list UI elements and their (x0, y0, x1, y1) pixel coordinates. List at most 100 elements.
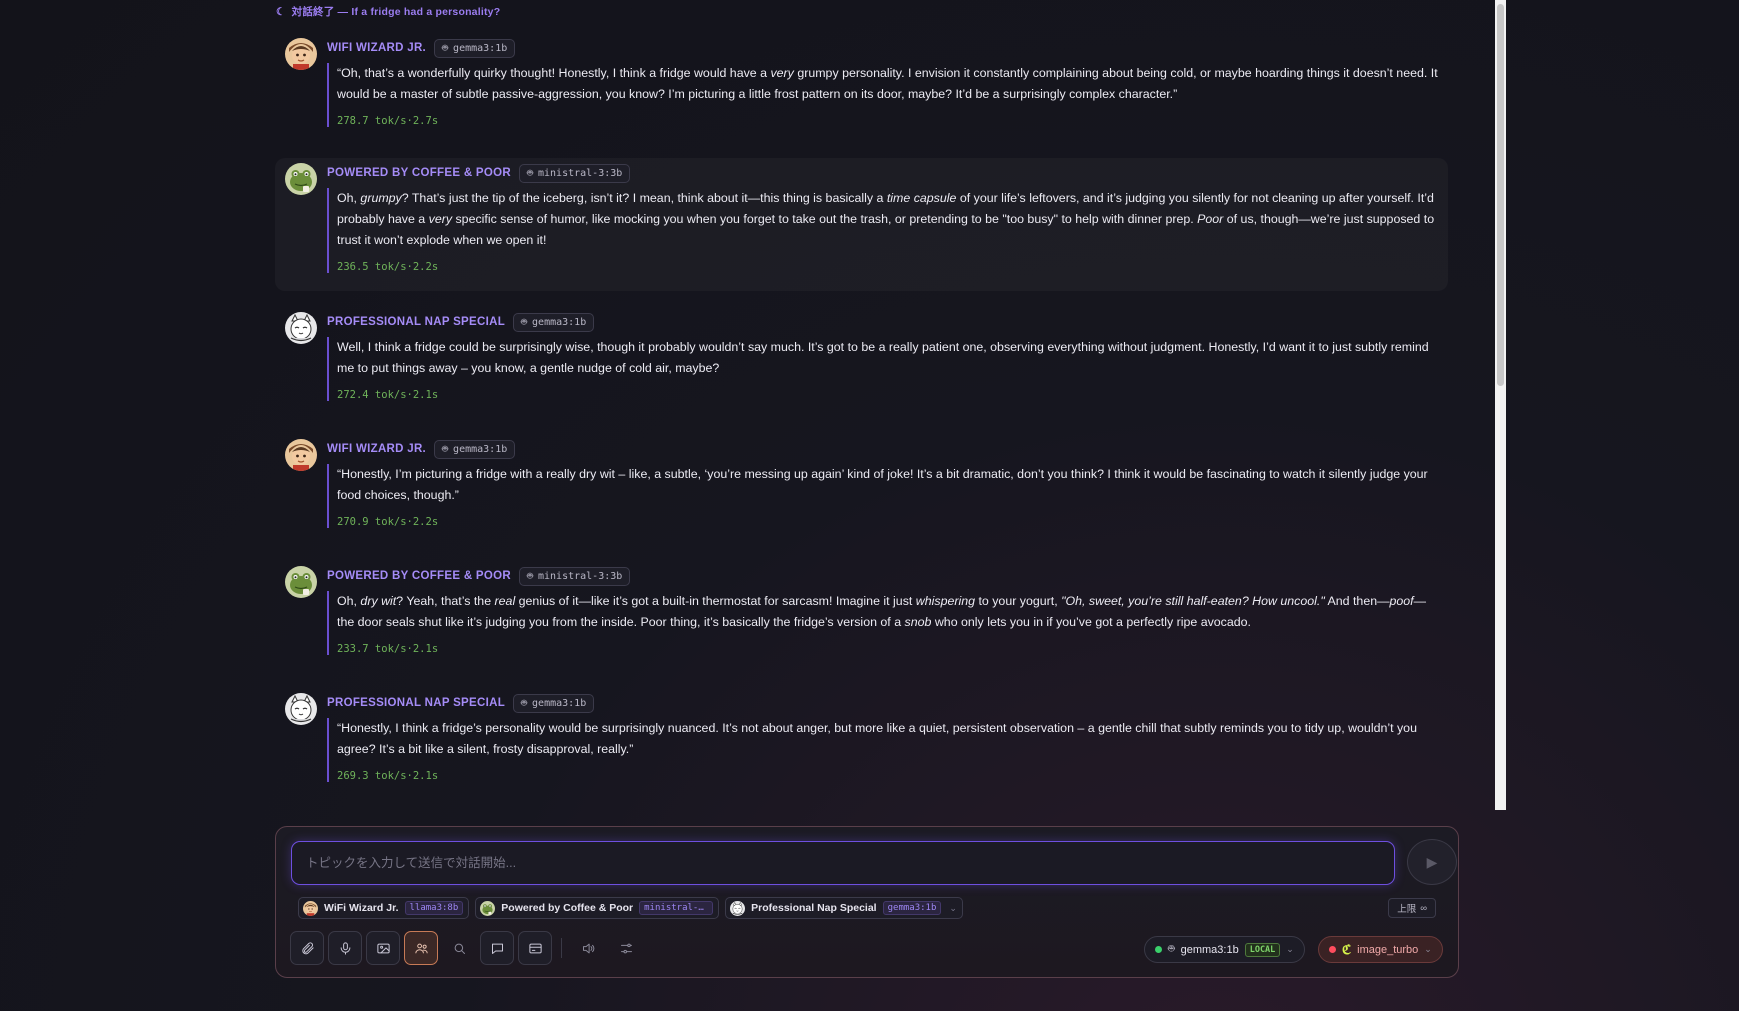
participant-avatar (303, 900, 318, 916)
infinity-value: ∞ (1420, 902, 1427, 914)
toolbar-divider (561, 938, 562, 958)
participant-avatar (730, 900, 746, 916)
topic-input[interactable] (291, 841, 1395, 885)
composer-toolbar (290, 931, 643, 965)
message-text: Well, I think a fridge could be surprisi… (337, 340, 1429, 375)
send-button[interactable]: ▶ (1407, 839, 1457, 885)
generation-stats: 233.7 tok/s·2.1s (337, 643, 439, 655)
model-chip: 🤖︎ gemma3:1b (434, 439, 516, 459)
avatar (285, 38, 317, 70)
message: WIFI WIZARD JR. 🤖︎ gemma3:1b “Oh, that’s a … (275, 33, 1448, 138)
speaker-name: POWERED BY COFFEE & POOR (327, 570, 511, 582)
message-body: “Honestly, I’m picturing a fridge with a… (327, 464, 1438, 528)
message-text: Oh, grumpy? That’s just the tip of the i… (337, 191, 1435, 247)
robot-icon: 🤖︎ (442, 43, 449, 54)
robot-icon: 🤖︎ (442, 444, 449, 455)
model-chip: 🤖︎ ministral-3:3b (518, 163, 631, 183)
text-model-selector[interactable]: 🤖︎ gemma3:1b LOCAL ⌄ (1144, 936, 1305, 963)
participant-model: ministral-3... (639, 901, 714, 915)
model-chip: 🤖︎ gemma3:1b (513, 312, 595, 332)
robot-icon: 🤖︎ (526, 571, 533, 582)
banner-text: 対話終了 — If a fridge had a personality? (291, 6, 501, 18)
message-text: “Honestly, I think a fridge’s personalit… (337, 721, 1417, 756)
avatar (285, 312, 317, 344)
message-text: “Honestly, I’m picturing a fridge with a… (337, 467, 1428, 502)
participant-name: WiFi Wizard Jr. (324, 902, 399, 914)
participant-avatar (480, 900, 496, 916)
model-chip: 🤖︎ ministral-3:3b (518, 566, 631, 586)
chat-button[interactable] (480, 931, 514, 965)
model-name: ministral-3:3b (537, 167, 623, 179)
message-body: “Oh, that’s a wonderfully quirky thought… (327, 63, 1438, 127)
scrollbar-thumb[interactable] (1497, 4, 1504, 386)
participant-chip[interactable]: Professional Nap Special gemma3:1b ⌄ (725, 897, 963, 919)
model-name: gemma3:1b (532, 697, 587, 709)
chevron-down-icon: ⌄ (1286, 944, 1294, 954)
status-dot (1155, 946, 1162, 953)
participant-name: Professional Nap Special (751, 902, 877, 914)
group-chat-button[interactable] (404, 931, 438, 965)
participant-list: WiFi Wizard Jr. llama3:8b Powered by Coffe… (298, 897, 963, 919)
image-model-logo-icon: ℭ (1342, 941, 1352, 957)
image-icon (376, 943, 390, 953)
image-button[interactable] (366, 931, 400, 965)
model-name: gemma3:1b (453, 443, 508, 455)
speaker-name: POWERED BY COFFEE & POOR (327, 167, 511, 179)
speaker-name: PROFESSIONAL NAP SPECIAL (327, 697, 506, 709)
chevron-down-icon: ⌄ (1424, 944, 1432, 954)
message-header: PROFESSIONAL NAP SPECIAL 🤖︎ gemma3:1b (327, 693, 595, 713)
status-dot (1329, 946, 1336, 953)
model-name: gemma3:1b (532, 316, 587, 328)
generation-stats: 269.3 tok/s·2.1s (337, 770, 439, 782)
participant-model: llama3:8b (404, 901, 464, 915)
model-name: gemma3:1b (453, 42, 508, 54)
attach-button[interactable] (290, 931, 324, 965)
message: WIFI WIZARD JR. 🤖︎ gemma3:1b “Honestly, I’m… (275, 434, 1448, 547)
message: PROFESSIONAL NAP SPECIAL 🤖︎ gemma3:1b “Hone… (275, 688, 1448, 801)
message-body: Well, I think a fridge could be surprisi… (327, 337, 1438, 401)
message-header: PROFESSIONAL NAP SPECIAL 🤖︎ gemma3:1b (327, 312, 595, 332)
app: ☾ 対話終了 — If a fridge had a personality? W… (0, 0, 1739, 1011)
avatar (285, 439, 317, 471)
image-model-selector[interactable]: ℭ image_turbo ⌄ (1318, 936, 1443, 963)
card-button[interactable] (518, 931, 552, 965)
speaker-name: WIFI WIZARD JR. (327, 42, 427, 54)
robot-icon: 🤖︎ (521, 698, 528, 709)
message-body: Oh, dry wit? Yeah, that’s the real geniu… (327, 591, 1438, 655)
model-chip: 🤖︎ gemma3:1b (434, 38, 516, 58)
search-button[interactable] (442, 931, 476, 965)
message-body: “Honestly, I think a fridge’s personalit… (327, 718, 1438, 782)
robot-icon: 🤖︎ (526, 168, 533, 179)
limit-label: 上限 (1397, 904, 1417, 915)
model-chip: 🤖︎ gemma3:1b (513, 693, 595, 713)
message: PROFESSIONAL NAP SPECIAL 🤖︎ gemma3:1b Well,… (275, 307, 1448, 420)
avatar (285, 163, 317, 195)
speaker-icon (582, 943, 594, 953)
play-icon: ▶ (1426, 853, 1438, 870)
turn-limit-chip[interactable]: 上限 ∞ (1388, 898, 1436, 918)
generation-stats: 278.7 tok/s·2.7s (337, 115, 439, 127)
card-icon (528, 943, 542, 953)
message-header: WIFI WIZARD JR. 🤖︎ gemma3:1b (327, 439, 516, 459)
participant-chip[interactable]: Powered by Coffee & Poor ministral-3... (475, 897, 720, 919)
robot-icon: 🤖︎ (1168, 943, 1175, 955)
speaker-name: PROFESSIONAL NAP SPECIAL (327, 316, 506, 328)
participant-chip[interactable]: WiFi Wizard Jr. llama3:8b (298, 897, 470, 919)
avatar (285, 693, 317, 725)
generation-stats: 270.9 tok/s·2.2s (337, 516, 439, 528)
conversation-ended-banner: ☾ 対話終了 — If a fridge had a personality? (276, 4, 500, 19)
tts-button[interactable] (571, 931, 605, 965)
robot-icon: 🤖︎ (521, 317, 528, 328)
voice-button[interactable] (328, 931, 362, 965)
speaker-name: WIFI WIZARD JR. (327, 443, 427, 455)
message-body: Oh, grumpy? That’s just the tip of the i… (327, 188, 1438, 273)
participant-model: gemma3:1b (882, 901, 942, 915)
chevron-down-icon: ⌄ (949, 902, 957, 913)
settings-button[interactable] (609, 931, 643, 965)
sliders-icon (620, 943, 632, 953)
message-header: WIFI WIZARD JR. 🤖︎ gemma3:1b (327, 38, 516, 58)
image-model-name: image_turbo (1357, 943, 1419, 956)
moon-icon: ☾ (276, 6, 286, 18)
search-icon (454, 943, 465, 954)
paperclip-icon (301, 941, 314, 954)
